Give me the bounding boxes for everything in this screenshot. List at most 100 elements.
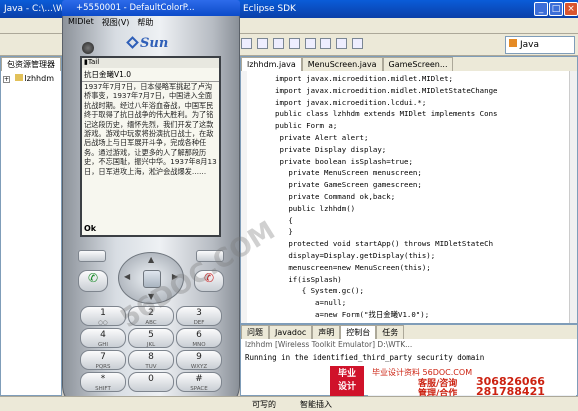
console-tab[interactable]: 任务 — [376, 325, 405, 339]
project-folder-icon — [14, 74, 23, 81]
key-sublabel: ○○ — [98, 320, 108, 326]
key-label: 9 — [196, 352, 202, 362]
emulator-menu: MIDlet 视图(V) 帮助 — [68, 17, 234, 29]
code-line: if(isSplash) — [275, 274, 342, 284]
expand-icon[interactable]: + — [3, 76, 10, 83]
code-line: menuscreen=new MenuScreen(this); — [275, 262, 431, 272]
editor-tab-strip: lzhhdm.java MenuScreen.java GameScreen... — [241, 57, 577, 71]
key-9[interactable]: * SHIFT — [80, 372, 126, 392]
key-sublabel: GHI — [97, 342, 109, 348]
key-label: * — [100, 374, 106, 384]
code-line: a=new Form("找日金曦V1.0"); — [275, 309, 430, 319]
new-icon[interactable] — [241, 38, 252, 49]
console-tab[interactable]: 控制台 — [340, 325, 377, 339]
key-7[interactable]: 8 TUV — [128, 350, 174, 370]
phone-screen[interactable]: ▮Tail 抗日金曦V1.0 1937年7月7日，日本侵略军挑起了卢沟桥事变，1… — [80, 56, 221, 237]
console-tab[interactable]: Javadoc — [269, 325, 313, 339]
console-tab-strip: 问题 Javadoc 声明 控制台 任务 — [241, 325, 577, 339]
menu-midlet[interactable]: MIDlet — [68, 17, 94, 29]
code-line: { — [275, 215, 293, 225]
debug-icon[interactable] — [288, 38, 300, 49]
forward-icon[interactable] — [352, 38, 364, 49]
ad-logo: 毕业 设计 — [330, 366, 364, 396]
editor-tab[interactable]: MenuScreen.java — [301, 57, 383, 71]
call-button[interactable]: ✆ — [78, 270, 108, 292]
tab-package-explorer[interactable]: 包资源管理器 — [1, 57, 61, 71]
close-button[interactable]: × — [564, 2, 578, 16]
console-tab[interactable]: 问题 — [241, 325, 269, 339]
code-line: import javax.microedition.midlet.MIDletS… — [275, 85, 498, 95]
left-arrow-icon[interactable]: ◀ — [124, 272, 130, 281]
up-arrow-icon[interactable]: ▲ — [148, 255, 154, 264]
key-label: 6 — [196, 330, 202, 340]
back-icon[interactable] — [336, 38, 348, 49]
ad-banner: 毕业设计资料 56DOC.COM 客服/咨询 306826066 管理/合作 2… — [368, 366, 576, 399]
code-line: private GameScreen gamescreen; — [275, 180, 422, 190]
key-2[interactable]: 3 DEF — [176, 306, 222, 326]
emulator-title: +5550001 - DefaultColorP... — [76, 3, 195, 13]
key-label: 8 — [148, 352, 154, 362]
console-tab[interactable]: 声明 — [312, 325, 341, 339]
editor-scrollbar[interactable] — [569, 71, 577, 323]
sun-logo-icon — [126, 36, 139, 49]
java-perspective-icon — [509, 39, 517, 47]
code-line: import javax.microedition.midlet.MIDlet; — [275, 74, 453, 83]
code-line: { System.gc(); — [275, 286, 364, 296]
run-icon[interactable] — [304, 38, 316, 49]
code-line: private Display display; — [275, 144, 387, 154]
editor-tab[interactable]: GameScreen... — [382, 57, 454, 71]
key-sublabel: SHIFT — [95, 386, 111, 392]
key-sublabel: WXYZ — [190, 364, 208, 370]
softkey-label: Ok — [84, 224, 97, 233]
key-8[interactable]: 9 WXYZ — [176, 350, 222, 370]
menu-help[interactable]: 帮助 — [137, 17, 153, 29]
key-10[interactable]: 0 — [128, 372, 174, 392]
emulator-title-bar: +5550001 - DefaultColorP... — [62, 0, 240, 16]
screen-body: 1937年7月7日，日本侵略军挑起了卢沟桥事变，1937年7月7日，中国进入全面… — [84, 82, 217, 176]
maximize-button[interactable]: □ — [549, 2, 563, 16]
key-11[interactable]: # SPACE — [176, 372, 222, 392]
key-3[interactable]: 4 GHI — [80, 328, 126, 348]
key-label: 0 — [148, 374, 154, 384]
save-icon[interactable] — [256, 38, 268, 49]
screen-title: 抗日金曦V1.0 — [82, 68, 219, 82]
perspective-switcher[interactable]: Java — [505, 36, 575, 54]
sun-logo: Sun — [126, 36, 178, 52]
key-label: 3 — [196, 308, 202, 318]
console-output: Running in the identified_third_party se… — [245, 353, 485, 362]
key-sublabel: TUV — [145, 364, 157, 370]
key-sublabel: SPACE — [190, 386, 208, 392]
code-area[interactable]: import javax.microedition.midlet.MIDlet;… — [241, 71, 577, 323]
editor-tab[interactable]: lzhhdm.java — [241, 57, 302, 71]
status-writable: 可写的 — [252, 400, 276, 409]
minimize-button[interactable]: _ — [534, 2, 548, 16]
left-softkey-button[interactable] — [78, 250, 106, 262]
status-insert-mode: 智能插入 — [300, 400, 332, 409]
code-editor[interactable]: lzhhdm.java MenuScreen.java GameScreen... … — [240, 56, 578, 324]
code-line: public class lzhhdm extends MIDlet imple… — [275, 109, 498, 119]
print-icon[interactable] — [272, 38, 284, 49]
code-line: import javax.microedition.lcdui.*; — [275, 97, 427, 107]
search-icon[interactable] — [320, 38, 332, 49]
code-line: public Form a; — [275, 121, 338, 131]
code-line: public lzhhdm() — [275, 203, 356, 213]
key-label: 4 — [100, 330, 106, 340]
code-line: private MenuScreen menuscreen; — [275, 168, 422, 178]
code-line: private Alert alert; — [275, 132, 369, 142]
code-line: private Command ok,back; — [275, 191, 396, 201]
tree-item[interactable]: + lzhhdm — [1, 71, 61, 86]
code-line: protected void startApp() throws MIDletS… — [275, 239, 494, 249]
key-sublabel: JKL — [146, 342, 156, 348]
key-sublabel: PQRS — [95, 364, 111, 370]
key-6[interactable]: 7 PQRS — [80, 350, 126, 370]
code-line: private boolean isSplash=true; — [275, 156, 413, 166]
speaker-icon — [82, 42, 94, 54]
key-sublabel: MNO — [192, 342, 206, 348]
package-explorer: 包资源管理器 + lzhhdm — [0, 56, 62, 396]
code-line: } — [275, 227, 293, 237]
console-header: lzhhdm [Wireless Toolkit Emulator] D:\WT… — [245, 340, 413, 349]
key-label: 7 — [100, 352, 106, 362]
menu-view[interactable]: 视图(V) — [102, 17, 130, 29]
key-label: # — [195, 374, 203, 384]
key-5[interactable]: 6 MNO — [176, 328, 222, 348]
